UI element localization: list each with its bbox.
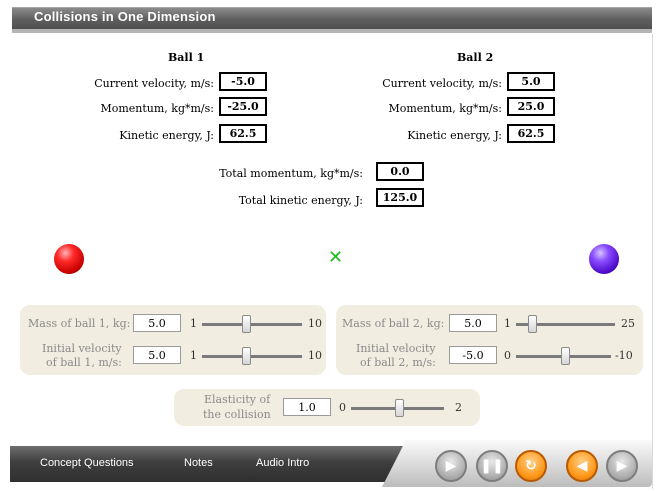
mass2-input[interactable] [449,314,497,332]
ball1-velocity-label: Current velocity, m/s: [94,77,214,90]
vel2-min-label: 0 [504,349,511,362]
elasticity-input[interactable] [283,398,331,416]
vel2-label-line2: of ball 2, m/s: [360,356,436,369]
ball2-momentum-value: 25.0 [507,97,555,116]
play-button[interactable]: ▶ [435,450,467,482]
concept-questions-link[interactable]: Concept Questions [40,457,134,469]
vel1-max-label: 10 [308,349,322,362]
vel1-label-line1: Initial velocity [42,342,122,355]
total-momentum-label: Total momentum, kg*m/s: [219,167,363,180]
play-icon: ▶ [445,458,457,474]
vel2-max-label: -10 [615,349,633,362]
mass1-min-label: 1 [190,317,197,330]
vel1-input[interactable] [133,346,181,364]
mass2-max-label: 25 [621,317,635,330]
audio-intro-link[interactable]: Audio Intro [256,457,309,469]
bottom-toolbar: Concept Questions Notes Audio Intro ▶ ❚❚… [10,440,652,487]
title-bar: Collisions in One Dimension [0,0,653,34]
mass2-label: Mass of ball 2, kg: [342,317,445,330]
skip-to-start-icon: ◀ [576,458,588,474]
ball2-energy-label: Kinetic energy, J: [407,129,502,142]
pause-icon: ❚❚ [480,458,504,474]
mass2-min-label: 1 [504,317,511,330]
vel1-slider-thumb[interactable] [242,347,251,365]
notes-link[interactable]: Notes [184,457,213,469]
ball1-velocity-value: -5.0 [219,72,267,91]
total-momentum-value: 0.0 [376,162,424,181]
ball1-momentum-label: Momentum, kg*m/s: [100,102,214,115]
vel1-min-label: 1 [190,349,197,362]
elasticity-max-label: 2 [455,401,462,414]
vel2-input[interactable] [449,346,497,364]
window-title: Collisions in One Dimension [34,9,216,24]
mass1-max-label: 10 [308,317,322,330]
rewind-button[interactable]: ◀ [566,450,598,482]
ball2-momentum-label: Momentum, kg*m/s: [388,102,502,115]
ball1-energy-label: Kinetic energy, J: [119,129,214,142]
skip-to-end-icon: ▶ [616,458,628,474]
ball1-controls-panel: Mass of ball 1, kg: 1 10 Initial velocit… [20,305,326,375]
collision-point-marker: ✕ [328,247,344,268]
ball2-velocity-value: 5.0 [507,72,555,91]
mass1-label: Mass of ball 1, kg: [28,317,131,330]
ball2-sphere [589,244,619,274]
pause-button[interactable]: ❚❚ [476,450,508,482]
vel2-label-line1: Initial velocity [356,342,436,355]
vel2-slider-thumb[interactable] [561,347,570,365]
elasticity-panel: Elasticity of the collision 0 2 [174,389,480,426]
ball2-controls-panel: Mass of ball 2, kg: 1 25 Initial velocit… [336,305,643,375]
total-energy-label: Total kinetic energy, J: [238,194,363,207]
vel1-slider-track[interactable] [202,355,302,358]
app-window: Collisions in One Dimension Ball 1 Curre… [0,0,653,489]
ball1-heading: Ball 1 [168,51,205,64]
mass1-slider-thumb[interactable] [242,315,251,333]
replay-icon: ↻ [525,458,537,474]
elasticity-label-line2: the collision [203,408,271,421]
ball2-velocity-label: Current velocity, m/s: [382,77,502,90]
replay-button[interactable]: ↻ [515,450,547,482]
ball1-momentum-value: -25.0 [219,97,267,116]
ball2-heading: Ball 2 [457,51,494,64]
title-bar-underline [12,29,652,33]
mass1-slider-track[interactable] [202,323,302,326]
ball1-energy-value: 62.5 [219,124,267,143]
skip-to-end-button[interactable]: ▶ [606,450,638,482]
elasticity-slider-thumb[interactable] [395,399,404,417]
total-energy-value: 125.0 [376,188,424,207]
mass2-slider-thumb[interactable] [528,315,537,333]
ball2-energy-value: 62.5 [507,124,555,143]
elasticity-min-label: 0 [339,401,346,414]
ball1-sphere [54,244,84,274]
mass1-input[interactable] [133,314,181,332]
elasticity-label-line1: Elasticity of [204,393,271,406]
vel1-label-line2: of ball 1, m/s: [46,356,122,369]
